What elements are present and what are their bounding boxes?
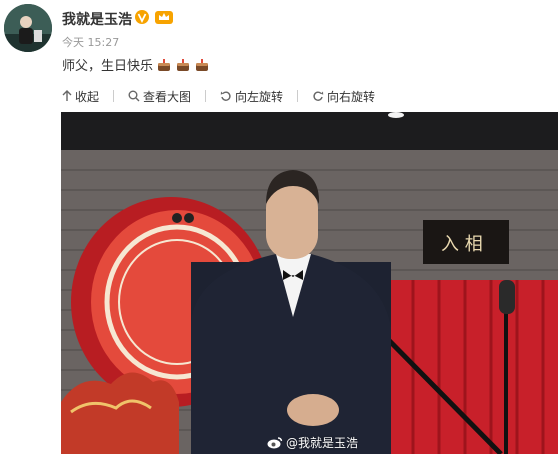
view-large-button[interactable]: 查看大图 [128, 88, 191, 105]
weibo-logo-icon [267, 437, 283, 449]
rotate-left-button[interactable]: 向左旋转 [220, 88, 283, 105]
post-text-content: 师父，生日快乐 [62, 59, 154, 74]
toolbar-divider [205, 90, 207, 102]
rotate-right-icon [313, 91, 324, 101]
watermark-text: @我就是玉浩 [286, 436, 359, 450]
collapse-button[interactable]: 收起 [62, 88, 99, 105]
search-icon [128, 90, 140, 102]
cake-emoji-icon [196, 58, 209, 71]
cake-emoji-icon [158, 58, 171, 71]
post-timestamp[interactable]: 今天 15:27 [62, 34, 119, 50]
rotate-left-icon [220, 91, 231, 101]
username-link[interactable]: 我就是玉浩 [62, 9, 132, 29]
timestamp-text[interactable]: 今天 15:27 [62, 36, 119, 49]
rotate-left-label: 向左旋转 [235, 89, 284, 104]
photo-scene: 入 相 [61, 112, 558, 454]
image-toolbar: 收起 查看大图 向左旋转 向右旋转 [62, 88, 389, 104]
post-photo[interactable]: 入 相 @我就是玉浩 [61, 112, 558, 454]
post-text: 师父，生日快乐 [62, 55, 210, 74]
photo-watermark: @我就是玉浩 [267, 434, 358, 451]
rotate-right-label: 向右旋转 [327, 89, 376, 104]
collapse-label: 收起 [75, 89, 100, 104]
toolbar-divider [113, 90, 115, 102]
svg-text:入 相: 入 相 [441, 234, 483, 255]
view-large-label: 查看大图 [143, 89, 192, 104]
arrow-up-icon [62, 90, 72, 101]
member-crown-icon[interactable] [154, 9, 174, 25]
cake-emoji-icon [177, 58, 190, 71]
verified-v-icon [135, 10, 149, 24]
avatar[interactable] [4, 4, 52, 52]
rotate-right-button[interactable]: 向右旋转 [312, 88, 375, 105]
toolbar-divider [297, 90, 299, 102]
weibo-post: 我就是玉浩 今天 15:27 师父，生日快乐 收起 查看大图 向左旋转 向右旋转… [0, 0, 558, 454]
